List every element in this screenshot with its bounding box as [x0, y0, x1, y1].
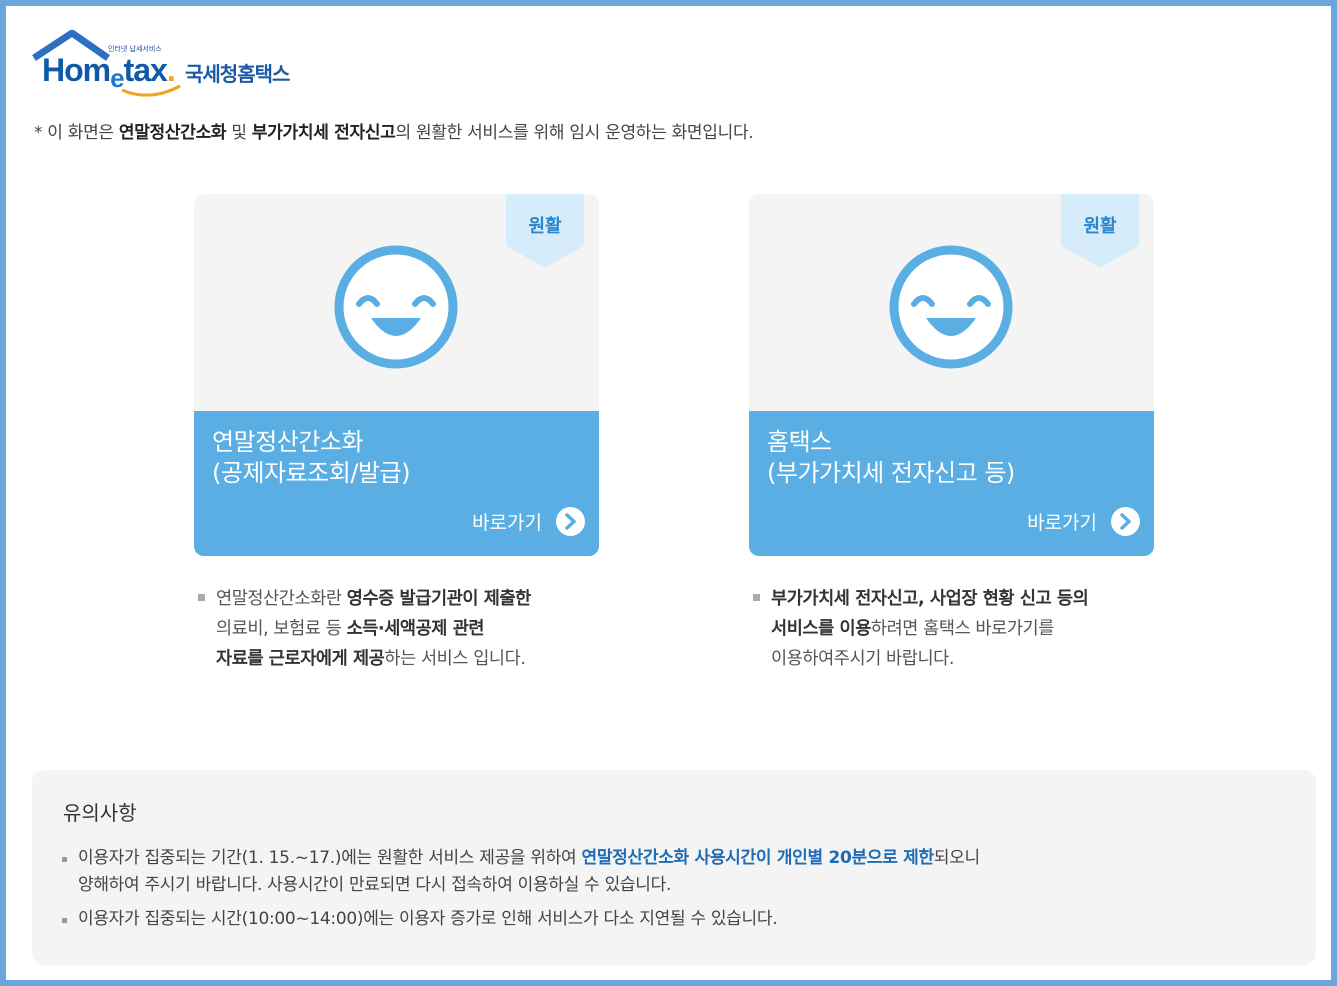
card-blue-panel: 연말정산간소화 (공제자료조회/발급) 바로가기 — [194, 411, 599, 556]
bullet-icon — [62, 918, 67, 923]
caution-heading: 유의사항 — [63, 801, 137, 825]
caution-item: 이용자가 집중되는 기간(1. 15.~17.)에는 원활한 서비스 제공을 위… — [62, 845, 980, 899]
status-badge: 원활 — [506, 194, 584, 268]
card-description: 연말정산간소화란 영수증 발급기관이 제출한 의료비, 보험료 등 소득·세액공… — [198, 584, 598, 674]
logo-korean-name: 국세청홈택스 — [185, 62, 290, 86]
hometax-logo[interactable]: 인터넷 납세서비스 Hometax. 국세청홈택스 — [30, 30, 320, 102]
card-title: 홈택스 (부가가치세 전자신고 등) — [767, 428, 1015, 487]
smiley-face-icon — [334, 245, 458, 369]
chevron-right-icon — [556, 507, 585, 536]
card-yearend-settlement: 원활 연말정산간소화 (공제자료조회/발급) 바로가기 — [194, 194, 599, 556]
card-hometax-vat: 원활 홈택스 (부가가치세 전자신고 등) 바로가기 — [749, 194, 1154, 556]
card-description: 부가가치세 전자신고, 사업장 현황 신고 등의 서비스를 이용하려면 홈택스 … — [753, 584, 1153, 674]
chevron-right-icon — [1111, 507, 1140, 536]
bullet-icon — [753, 594, 760, 601]
go-button[interactable]: 바로가기 — [1027, 507, 1140, 536]
caution-item: 이용자가 집중되는 시간(10:00~14:00)에는 이용자 증가로 인해 서… — [62, 906, 778, 933]
page-frame: 인터넷 납세서비스 Hometax. 국세청홈택스 * 이 화면은 연말정산간소… — [0, 0, 1337, 986]
bullet-icon — [62, 857, 67, 862]
smiley-face-icon — [889, 245, 1013, 369]
card-blue-panel: 홈택스 (부가가치세 전자신고 등) 바로가기 — [749, 411, 1154, 556]
bullet-icon — [198, 594, 205, 601]
caution-box: 유의사항 이용자가 집중되는 기간(1. 15.~17.)에는 원활한 서비스 … — [32, 770, 1316, 965]
go-button[interactable]: 바로가기 — [472, 507, 585, 536]
card-title: 연말정산간소화 (공제자료조회/발급) — [212, 428, 410, 487]
logo-brand: Hometax. — [42, 52, 176, 93]
status-badge: 원활 — [1061, 194, 1139, 268]
notice-text: * 이 화면은 연말정산간소화 및 부가가치세 전자신고의 원활한 서비스를 위… — [34, 123, 754, 143]
